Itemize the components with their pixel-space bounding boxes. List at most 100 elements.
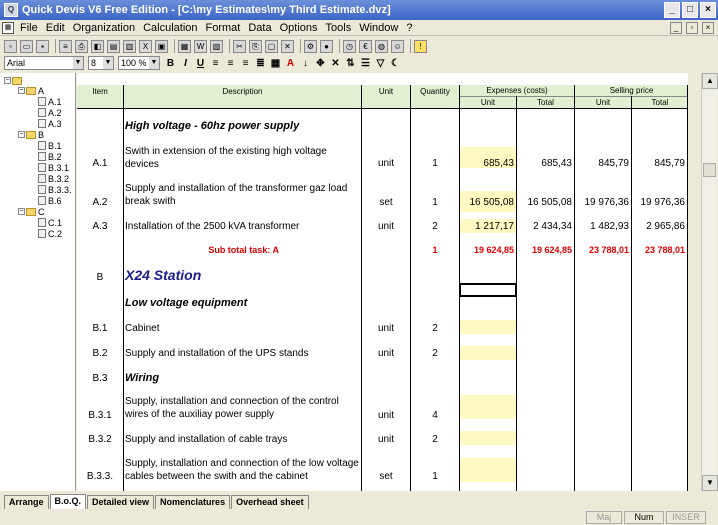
menu-format[interactable]: Format — [202, 22, 245, 34]
row-quantity[interactable]: 2 — [411, 433, 459, 445]
tools-icon[interactable]: ⚙ — [304, 39, 317, 53]
vertical-scrollbar[interactable]: ▲ ▼ — [701, 73, 718, 491]
tree-group-a[interactable]: − A — [18, 85, 44, 96]
row-unit[interactable]: unit — [362, 433, 410, 445]
row-exp-unit[interactable]: 1 217,17 — [460, 220, 516, 232]
row-description[interactable]: Wiring — [125, 371, 359, 385]
row-quantity[interactable]: 1 — [411, 196, 459, 208]
move-icon[interactable]: ✥ — [314, 57, 327, 70]
row-item[interactable]: A.2 — [77, 196, 123, 208]
menu-data[interactable]: Data — [244, 22, 275, 34]
tree-item[interactable]: A.2 — [38, 107, 62, 118]
save-icon[interactable]: ▪ — [36, 39, 49, 53]
row-quantity[interactable]: 4 — [411, 409, 459, 421]
row-item[interactable]: A.1 — [77, 157, 123, 169]
row-description[interactable]: Cabinet — [125, 322, 359, 334]
mdi-restore-button[interactable]: ▫ — [686, 22, 698, 34]
italic-button[interactable]: I — [179, 57, 192, 70]
size-select[interactable]: 8 ▼ — [88, 56, 114, 70]
word-icon[interactable]: W — [194, 39, 207, 53]
tree-item[interactable]: B.6 — [38, 195, 62, 206]
tree-item[interactable]: B.3.3. — [38, 184, 72, 195]
row-item[interactable]: B.3.2 — [77, 433, 123, 445]
database-icon[interactable]: ≡ — [59, 39, 72, 53]
close-button[interactable]: × — [700, 2, 716, 18]
row-sell-total[interactable]: 845,79 — [632, 157, 687, 169]
night-icon[interactable]: ☾ — [389, 57, 402, 70]
color-icon[interactable]: ● — [320, 39, 333, 53]
excel-icon[interactable]: X — [139, 39, 152, 53]
minimize-button[interactable]: _ — [664, 2, 680, 18]
row-item[interactable]: B.3 — [77, 372, 123, 384]
input-cell[interactable] — [460, 320, 516, 334]
borders-icon[interactable]: ▦ — [269, 57, 282, 70]
row-quantity[interactable]: 2 — [411, 322, 459, 334]
row-description[interactable]: Supply and installation of the transform… — [125, 182, 359, 208]
collapse-icon[interactable]: − — [18, 208, 25, 215]
mdi-minimize-button[interactable]: _ — [670, 22, 682, 34]
globe-icon[interactable]: ◍ — [375, 39, 388, 53]
collapse-icon[interactable]: − — [18, 87, 25, 94]
sort-icon[interactable]: ⇅ — [344, 57, 357, 70]
new-icon[interactable]: ▫ — [4, 39, 17, 53]
row-description[interactable]: High voltage - 60hz power supply — [125, 119, 359, 133]
row-sell-total[interactable]: 2 965,86 — [632, 220, 687, 232]
row-item[interactable]: B — [77, 271, 123, 283]
collapse-icon[interactable]: − — [4, 77, 11, 84]
tree-item[interactable]: B.3.2 — [38, 173, 69, 184]
row-quantity[interactable]: 2 — [411, 220, 459, 232]
menu-help[interactable]: ? — [402, 22, 416, 34]
row-description[interactable]: Supply and installation of the UPS stand… — [125, 347, 359, 359]
row-exp-total[interactable]: 685,43 — [517, 157, 574, 169]
menu-calculation[interactable]: Calculation — [139, 22, 201, 34]
menu-window[interactable]: Window — [355, 22, 402, 34]
input-cell[interactable] — [460, 346, 516, 360]
filter-icon[interactable]: ▽ — [374, 57, 387, 70]
align-center-icon[interactable]: ≡ — [224, 57, 237, 70]
tab-boq[interactable]: B.o.Q. — [49, 494, 87, 509]
row-exp-total[interactable]: 2 434,34 — [517, 220, 574, 232]
input-cell[interactable] — [460, 458, 516, 482]
tree-group-c[interactable]: − C — [18, 206, 45, 217]
tree-item[interactable]: A.1 — [38, 96, 62, 107]
row-unit[interactable]: unit — [362, 347, 410, 359]
tab-nomenclatures[interactable]: Nomenclatures — [155, 495, 231, 509]
tree-item[interactable]: A.3 — [38, 118, 62, 129]
cross-icon[interactable]: ✕ — [329, 57, 342, 70]
report-icon[interactable]: ▣ — [155, 39, 168, 53]
row-item[interactable]: B.2 — [77, 347, 123, 359]
menu-tools[interactable]: Tools — [322, 22, 356, 34]
cut-icon[interactable]: ✂ — [233, 39, 246, 53]
row-item[interactable]: B.3.1 — [77, 409, 123, 421]
tab-arrange[interactable]: Arrange — [4, 495, 49, 509]
menu-organization[interactable]: Organization — [69, 22, 139, 34]
currency-icon[interactable]: € — [359, 39, 372, 53]
preview-icon[interactable]: ◧ — [91, 39, 104, 53]
selected-cell[interactable] — [459, 283, 517, 297]
row-quantity[interactable]: 2 — [411, 347, 459, 359]
document-icon[interactable]: ▦ — [2, 21, 14, 34]
page-icon[interactable]: ▤ — [107, 39, 120, 53]
zoom-select[interactable]: 100 % ▼ — [118, 56, 160, 70]
tree-item[interactable]: B.3.1 — [38, 162, 69, 173]
row-exp-unit[interactable]: 685,43 — [460, 157, 516, 169]
justify-icon[interactable]: ≣ — [254, 57, 267, 70]
bold-button[interactable]: B — [164, 57, 177, 70]
open-icon[interactable]: ▭ — [20, 39, 33, 53]
row-sell-unit[interactable]: 1 482,93 — [575, 220, 631, 232]
row-quantity[interactable]: 1 — [411, 157, 459, 169]
row-description[interactable]: X24 Station — [125, 266, 359, 284]
row-item[interactable]: B.1 — [77, 322, 123, 334]
row-exp-unit[interactable]: 16 505,08 — [460, 196, 516, 208]
align-right-icon[interactable]: ≡ — [239, 57, 252, 70]
row-unit[interactable]: set — [362, 470, 410, 482]
users-icon[interactable]: ☺ — [391, 39, 404, 53]
row-unit[interactable]: unit — [362, 157, 410, 169]
tree-item[interactable]: B.2 — [38, 151, 62, 162]
font-select[interactable]: Arial ▼ — [4, 56, 84, 70]
row-sell-unit[interactable]: 19 976,36 — [575, 196, 631, 208]
maximize-button[interactable]: □ — [682, 2, 698, 18]
row-sell-total[interactable]: 19 976,36 — [632, 196, 687, 208]
input-cell[interactable] — [460, 431, 516, 445]
row-description[interactable]: Installation of the 2500 kVA transformer — [125, 220, 359, 232]
